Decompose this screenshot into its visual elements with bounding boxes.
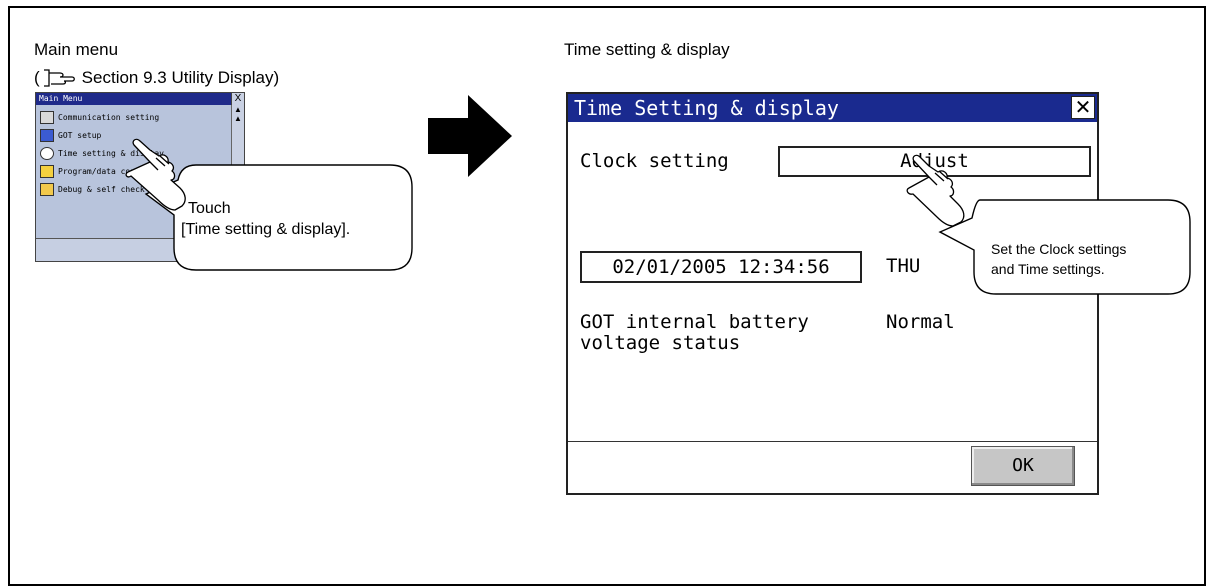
annotation-overlay	[125, 95, 1191, 295]
right-hand-pointer-icon	[906, 154, 965, 227]
left-callout-line1: Touch	[188, 200, 231, 217]
left-callout-line2: [Time setting & display].	[181, 221, 351, 238]
left-callout-bubble	[144, 164, 413, 271]
right-arrow-icon	[428, 95, 512, 177]
right-callout-line2: and Time settings.	[991, 261, 1105, 277]
right-callout-line1: Set the Clock settings	[991, 241, 1127, 257]
